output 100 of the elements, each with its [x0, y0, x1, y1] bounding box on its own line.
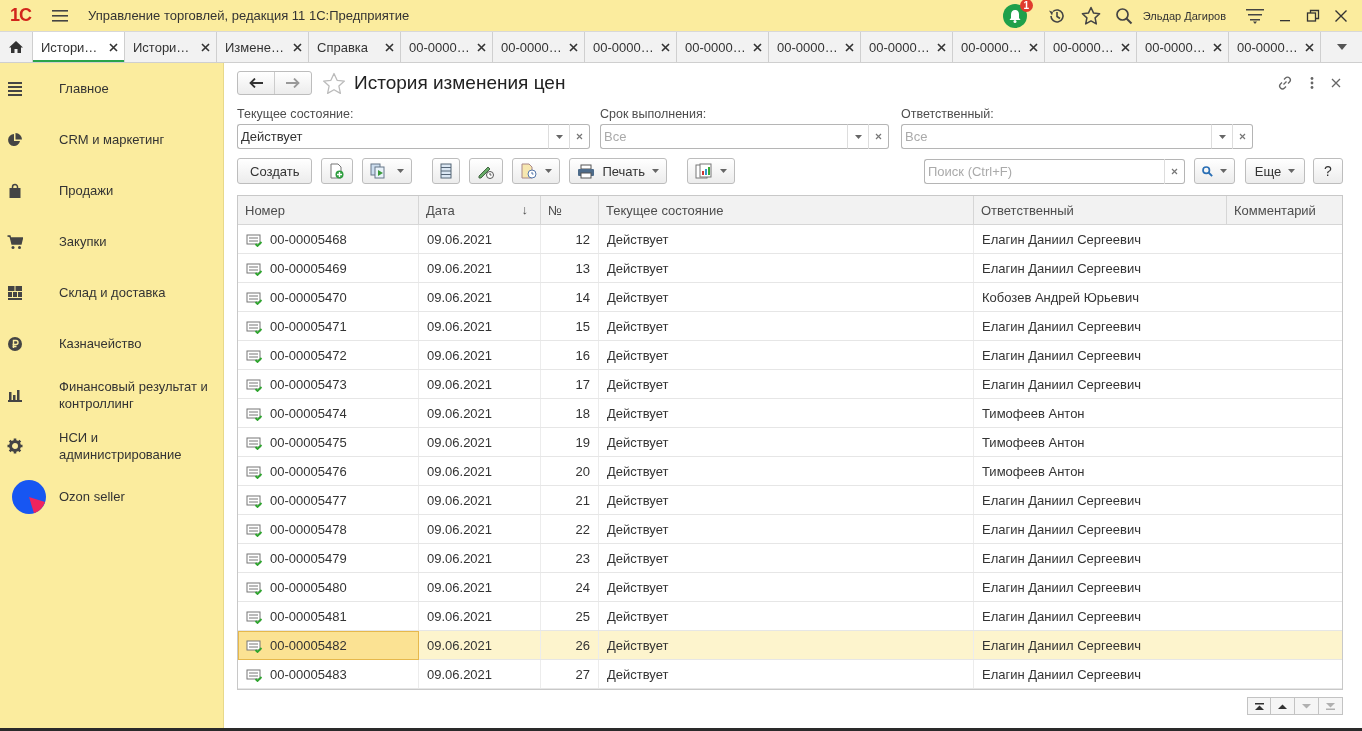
- dropdown-button[interactable]: [1211, 124, 1232, 149]
- tab-label[interactable]: Истори…: [41, 39, 98, 55]
- close-icon[interactable]: [293, 42, 302, 52]
- tab-label[interactable]: 00-0000…: [1237, 39, 1298, 55]
- table-row[interactable]: 00-00005482 09.06.2021 26 Действует Елагин Даниил Сергеевич: [238, 630, 1342, 660]
- tab-label[interactable]: 00-0000…: [593, 39, 654, 55]
- tab-label[interactable]: 00-0000…: [501, 39, 562, 55]
- toolbar-button[interactable]: [469, 158, 504, 184]
- table-row[interactable]: 00-00005483 09.06.2021 27 Действует Елагин Даниил Сергеевич: [238, 659, 1342, 689]
- star-icon[interactable]: [1080, 6, 1101, 25]
- column-header[interactable]: Комментарий: [1226, 196, 1342, 225]
- sidebar-item[interactable]: Склад и доставка: [0, 267, 223, 318]
- document-number: 00-00005473: [270, 377, 347, 393]
- tab-label[interactable]: Измене…: [225, 39, 284, 55]
- table-row[interactable]: 00-00005468 09.06.2021 12 Действует Елагин Даниил Сергеевич: [238, 224, 1342, 254]
- close-icon[interactable]: [1029, 42, 1038, 52]
- table-row[interactable]: 00-00005470 09.06.2021 14 Действует Кобозев Андрей Юрьевич: [238, 282, 1342, 312]
- column-header[interactable]: Дата ↓: [418, 196, 541, 225]
- table-row[interactable]: 00-00005476 09.06.2021 20 Действует Тимофеев Антон: [238, 456, 1342, 486]
- print-button[interactable]: Печать: [569, 158, 667, 184]
- sidebar-item[interactable]: НСИ и администрирование: [0, 420, 223, 471]
- column-header[interactable]: Ответственный: [973, 196, 1227, 225]
- close-icon[interactable]: [845, 42, 854, 52]
- close-icon[interactable]: [1121, 42, 1130, 52]
- user-name[interactable]: Эльдар Дагиров: [1142, 9, 1226, 22]
- close-icon[interactable]: [201, 42, 210, 52]
- table-cell: 09.06.2021: [418, 572, 541, 602]
- close-icon[interactable]: [1213, 42, 1222, 52]
- more-button[interactable]: Еще: [1245, 158, 1305, 184]
- link-icon[interactable]: [1277, 75, 1293, 91]
- tab-label[interactable]: 00-0000…: [777, 39, 838, 55]
- table-cell: Действует: [598, 427, 974, 457]
- close-icon[interactable]: [109, 42, 118, 52]
- filter-field[interactable]: Действует: [237, 124, 548, 149]
- close-icon[interactable]: [569, 42, 578, 52]
- restore-icon[interactable]: [1306, 8, 1320, 23]
- help-button[interactable]: ?: [1313, 158, 1343, 184]
- table-row[interactable]: 00-00005471 09.06.2021 15 Действует Елагин Даниил Сергеевич: [238, 311, 1342, 341]
- notification-badge: 1: [1019, 0, 1033, 12]
- search-button[interactable]: [1194, 158, 1235, 184]
- table-cell: 21: [540, 485, 599, 515]
- table-row[interactable]: 00-00005477 09.06.2021 21 Действует Елагин Даниил Сергеевич: [238, 485, 1342, 515]
- sidebar-item[interactable]: Казначейство: [0, 318, 223, 369]
- table-row[interactable]: 00-00005474 09.06.2021 18 Действует Тимофеев Антон: [238, 398, 1342, 428]
- tab-label[interactable]: 00-0000…: [869, 39, 930, 55]
- tab-label[interactable]: 00-0000…: [961, 39, 1022, 55]
- sidebar-item[interactable]: Финансовый результат и контроллинг: [0, 369, 223, 420]
- close-icon[interactable]: [385, 42, 394, 52]
- tab-label[interactable]: Справка: [317, 39, 368, 55]
- toolbar-button[interactable]: [687, 158, 735, 184]
- column-header[interactable]: №: [540, 196, 599, 225]
- pager-button[interactable]: [1271, 697, 1295, 715]
- search-icon[interactable]: [1114, 6, 1133, 25]
- close-icon[interactable]: [937, 42, 946, 52]
- toolbar-button[interactable]: [432, 158, 461, 184]
- create-button[interactable]: Создать: [237, 158, 313, 184]
- table-row[interactable]: 00-00005478 09.06.2021 22 Действует Елагин Даниил Сергеевич: [238, 514, 1342, 544]
- search-field[interactable]: Поиск (Ctrl+F): [924, 158, 1164, 184]
- filter-lines-icon[interactable]: [1246, 7, 1264, 24]
- tab-label[interactable]: 00-0000…: [409, 39, 470, 55]
- caret-icon: [652, 169, 659, 173]
- menu-icon[interactable]: [52, 8, 68, 23]
- close-icon[interactable]: [1334, 8, 1348, 23]
- tab-label[interactable]: 00-0000…: [685, 39, 746, 55]
- table-row[interactable]: 00-00005480 09.06.2021 24 Действует Елагин Даниил Сергеевич: [238, 572, 1342, 602]
- table-row[interactable]: 00-00005479 09.06.2021 23 Действует Елагин Даниил Сергеевич: [238, 543, 1342, 573]
- close-icon[interactable]: [753, 42, 762, 52]
- pager-button[interactable]: [1247, 697, 1271, 715]
- notifications-button[interactable]: [1002, 3, 1027, 28]
- sidebar-item[interactable]: Главное: [0, 63, 223, 114]
- table-row[interactable]: 00-00005481 09.06.2021 25 Действует Елагин Даниил Сергеевич: [238, 601, 1342, 631]
- close-icon[interactable]: [477, 42, 486, 52]
- star-icon[interactable]: [322, 71, 346, 95]
- tab-label[interactable]: Истори…: [133, 39, 190, 55]
- sidebar-item[interactable]: Продажи: [0, 165, 223, 216]
- table-cell: 09.06.2021: [418, 514, 541, 544]
- dropdown-button[interactable]: [847, 124, 868, 149]
- tab-label[interactable]: 00-0000…: [1145, 39, 1206, 55]
- table-row[interactable]: 00-00005473 09.06.2021 17 Действует Елагин Даниил Сергеевич: [238, 369, 1342, 399]
- filter-field[interactable]: Все: [901, 124, 1211, 149]
- dropdown-button[interactable]: [548, 124, 569, 149]
- close-icon[interactable]: [661, 42, 670, 52]
- sidebar-item[interactable]: Ozon seller: [0, 471, 223, 522]
- sidebar-item[interactable]: CRM и маркетинг: [0, 114, 223, 165]
- table-row[interactable]: 00-00005472 09.06.2021 16 Действует Елагин Даниил Сергеевич: [238, 340, 1342, 370]
- tab[interactable]: Истори…: [33, 32, 125, 62]
- close-icon[interactable]: [1331, 78, 1341, 88]
- toolbar-button[interactable]: [362, 158, 413, 184]
- table-row[interactable]: 00-00005469 09.06.2021 13 Действует Елагин Даниил Сергеевич: [238, 253, 1342, 283]
- form-title: История изменения цен: [354, 72, 566, 94]
- column-header[interactable]: Номер: [238, 196, 419, 225]
- filter-field[interactable]: Все: [600, 124, 847, 149]
- table-row[interactable]: 00-00005475 09.06.2021 19 Действует Тимофеев Антон: [238, 427, 1342, 457]
- sidebar-item[interactable]: Закупки: [0, 216, 223, 267]
- more-icon[interactable]: [1310, 76, 1314, 90]
- column-header[interactable]: Текущее состояние: [598, 196, 974, 225]
- tab-label[interactable]: 00-0000…: [1053, 39, 1114, 55]
- close-icon[interactable]: [1305, 42, 1314, 52]
- toolbar-button[interactable]: [321, 158, 354, 184]
- toolbar-button[interactable]: [512, 158, 561, 184]
